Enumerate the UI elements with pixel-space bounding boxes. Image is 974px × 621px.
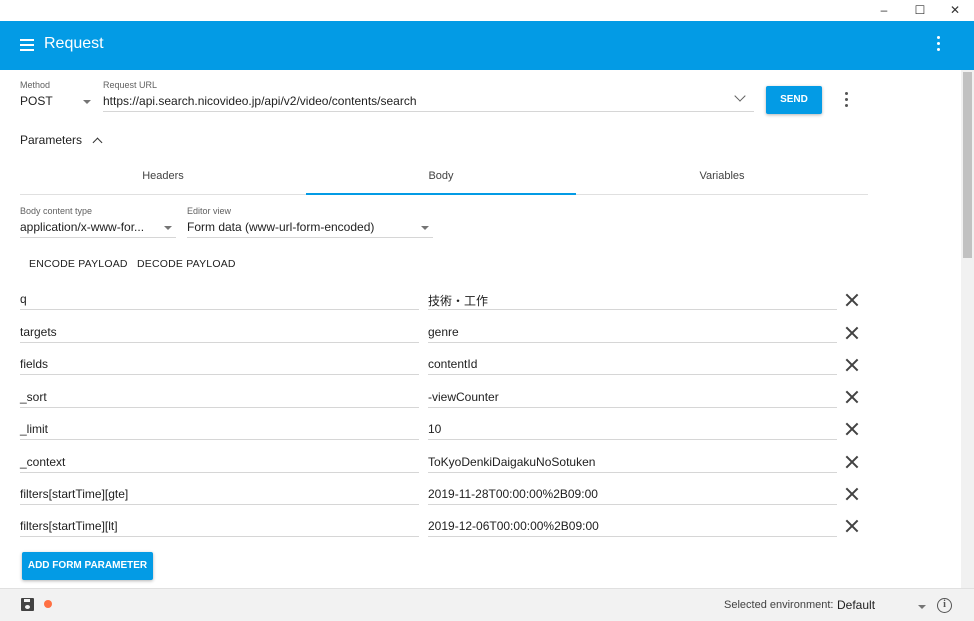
param-value-underline [428,407,837,408]
param-name-input[interactable]: _limit [20,422,48,436]
minimize-button[interactable]: – [870,2,898,18]
status-bar: Selected environment: Default i [0,588,974,621]
param-name-underline [20,504,419,505]
param-name-underline [20,342,419,343]
param-value-input[interactable]: ToKyoDenkiDaigakuNoSotuken [428,455,595,469]
page-title: Request [44,35,104,52]
param-value-input[interactable]: 10 [428,422,441,436]
url-label: Request URL [103,80,158,90]
close-window-button[interactable]: ✕ [941,2,969,18]
app-bar: Request [0,21,974,70]
param-value-input[interactable]: 技術・工作 [428,292,488,309]
param-value-underline [428,536,837,537]
param-value-input[interactable]: 2019-11-28T00:00:00%2B09:00 [428,487,598,501]
remove-param-icon[interactable] [845,326,859,340]
param-value-input[interactable]: 2019-12-06T00:00:00%2B09:00 [428,519,599,533]
param-name-underline [20,472,419,473]
method-label: Method [20,80,51,90]
environment-dropdown-icon[interactable] [918,605,926,609]
param-value-underline [428,504,837,505]
param-name-input[interactable]: fields [20,357,48,371]
param-value-input[interactable]: contentId [428,357,477,371]
send-button[interactable]: SEND [766,86,822,114]
window-titlebar: – ☐ ✕ [0,0,974,21]
environment-select[interactable]: Default [837,598,875,612]
encode-payload-button[interactable]: ENCODE PAYLOAD [29,258,128,270]
editor-view-dropdown-icon[interactable] [421,226,429,230]
param-value-input[interactable]: genre [428,325,459,339]
editor-view-label: Editor view [187,206,232,216]
remove-param-icon[interactable] [845,422,859,436]
param-name-underline [20,439,419,440]
content-type-underline [20,237,176,238]
method-dropdown-icon[interactable] [83,100,91,104]
param-name-input[interactable]: _context [20,455,65,469]
tab-headers[interactable]: Headers [20,160,306,194]
maximize-button[interactable]: ☐ [906,2,934,18]
param-value-underline [428,472,837,473]
content-type-select[interactable]: application/x-www-for... [20,220,144,234]
param-value-underline [428,439,837,440]
remove-param-icon[interactable] [845,390,859,404]
request-more-icon[interactable] [841,92,851,108]
chevron-up-icon[interactable] [92,137,103,148]
unsaved-indicator [44,600,52,608]
param-name-input[interactable]: filters[startTime][gte] [20,487,128,501]
remove-param-icon[interactable] [845,455,859,469]
param-name-underline [20,536,419,537]
scrollbar-thumb[interactable] [963,72,972,258]
save-icon[interactable] [21,598,34,611]
param-value-underline [428,342,837,343]
decode-payload-button[interactable]: DECODE PAYLOAD [137,258,236,270]
editor-view-underline [187,237,433,238]
url-history-chevron-icon[interactable] [734,90,746,102]
url-underline [103,111,754,112]
param-name-input[interactable]: filters[startTime][lt] [20,519,118,533]
more-vert-icon[interactable] [933,36,943,54]
active-tab-indicator [306,193,576,195]
param-name-underline [20,309,419,310]
remove-param-icon[interactable] [845,358,859,372]
method-select[interactable]: POST [20,94,53,108]
param-value-input[interactable]: -viewCounter [428,390,499,404]
param-value-underline [428,309,837,310]
environment-label: Selected environment: [724,599,834,611]
editor-view-select[interactable]: Form data (www-url-form-encoded) [187,220,374,234]
url-input[interactable]: https://api.search.nicovideo.jp/api/v2/v… [103,94,417,108]
content-type-label: Body content type [20,206,93,216]
remove-param-icon[interactable] [845,519,859,533]
remove-param-icon[interactable] [845,293,859,307]
content-type-dropdown-icon[interactable] [164,226,172,230]
tab-variables[interactable]: Variables [576,160,868,194]
parameters-toggle[interactable]: Parameters [20,133,82,147]
param-name-input[interactable]: _sort [20,390,47,404]
add-form-parameter-button[interactable]: ADD FORM PARAMETER [22,552,153,580]
hamburger-icon[interactable] [20,39,34,51]
param-name-underline [20,374,419,375]
param-name-underline [20,407,419,408]
param-value-underline [428,374,837,375]
tab-body[interactable]: Body [306,160,576,194]
remove-param-icon[interactable] [845,487,859,501]
param-name-input[interactable]: targets [20,325,57,339]
info-icon[interactable]: i [937,598,952,613]
param-name-input[interactable]: q [20,292,27,306]
